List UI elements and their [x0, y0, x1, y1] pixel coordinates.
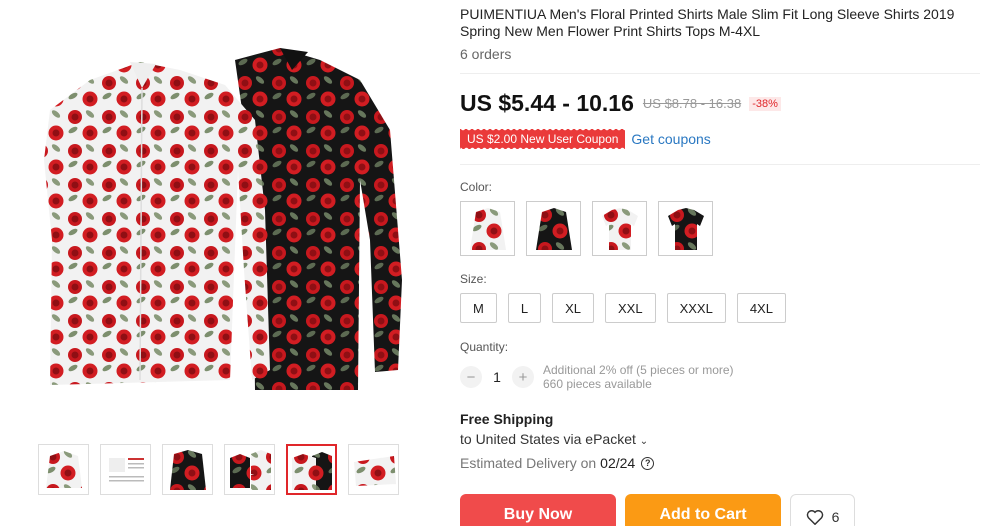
color-option-white-short-sleeve[interactable] — [592, 201, 647, 256]
divider — [460, 73, 980, 74]
size-option-xxl[interactable]: XXL — [604, 293, 656, 323]
wishlist-button[interactable]: 6 — [790, 494, 855, 526]
chevron-down-icon: ⌄ — [639, 436, 649, 447]
divider — [460, 164, 980, 165]
quantity-increment-button[interactable]: + — [512, 366, 534, 388]
color-option-black-short-sleeve[interactable] — [658, 201, 713, 256]
get-coupons-link[interactable]: Get coupons — [631, 131, 710, 147]
quantity-stepper: − 1 + Additional 2% off (5 pieces or mor… — [460, 363, 734, 391]
size-label: Size: — [460, 272, 487, 286]
heart-icon — [806, 510, 823, 525]
thumbnail-3[interactable] — [162, 444, 213, 495]
color-option-white-long-sleeve[interactable] — [460, 201, 515, 256]
order-count: 6 orders — [460, 46, 512, 62]
shipping-destination[interactable]: to United States via ePacket ⌄ — [460, 431, 648, 447]
quantity-info: Additional 2% off (5 pieces or more) 660… — [543, 363, 734, 391]
quantity-decrement-button[interactable]: − — [460, 366, 482, 388]
eta-date: 02/24 — [600, 455, 636, 471]
coupon-row: US $2.00 New User Coupon Get coupons — [460, 129, 711, 149]
size-option-xxxl[interactable]: XXXL — [666, 293, 726, 323]
shipping-title: Free Shipping — [460, 411, 554, 427]
size-option-m[interactable]: M — [460, 293, 497, 323]
main-product-image[interactable] — [30, 40, 410, 400]
help-icon[interactable]: ? — [641, 456, 655, 470]
color-label: Color: — [460, 180, 493, 194]
thumbnail-4[interactable] — [224, 444, 275, 495]
thumbnail-1[interactable] — [38, 444, 89, 495]
bulk-discount-note: Additional 2% off (5 pieces or more) — [543, 363, 734, 377]
wishlist-count: 6 — [831, 509, 840, 525]
quantity-label: Quantity: — [460, 340, 509, 354]
thumbnail-2-size-chart[interactable] — [100, 444, 151, 495]
size-options: M L XL XXL XXXL 4XL — [460, 293, 786, 323]
color-options — [460, 201, 713, 256]
white-shirt-image — [44, 62, 270, 385]
new-user-coupon[interactable]: US $2.00 New User Coupon — [460, 129, 626, 149]
buy-now-button[interactable]: Buy Now — [460, 494, 616, 526]
eta-label: Estimated Delivery on — [460, 455, 597, 471]
shipping-destination-text: to United States via ePacket — [460, 431, 636, 447]
color-option-black-long-sleeve[interactable] — [526, 201, 581, 256]
estimated-delivery: Estimated Delivery on 02/24 ? — [460, 455, 655, 471]
discount-badge: -38% — [749, 96, 781, 111]
size-option-4xl[interactable]: 4XL — [736, 293, 786, 323]
current-price: US $5.44 - 10.16 — [460, 90, 634, 116]
size-option-xl[interactable]: XL — [552, 293, 594, 323]
thumbnail-6[interactable] — [348, 444, 399, 495]
price-row: US $5.44 - 10.16 US $8.78 - 16.38 -38% — [460, 90, 781, 117]
quantity-input[interactable]: 1 — [482, 369, 512, 385]
thumbnail-5-selected[interactable] — [286, 444, 337, 495]
thumbnail-strip — [38, 444, 399, 495]
add-to-cart-button[interactable]: Add to Cart — [625, 494, 781, 526]
original-price: US $8.78 - 16.38 — [642, 96, 742, 111]
size-option-l[interactable]: L — [507, 293, 542, 323]
stock-available: 660 pieces available — [543, 377, 652, 391]
product-title: PUIMENTIUA Men's Floral Printed Shirts M… — [460, 6, 955, 39]
